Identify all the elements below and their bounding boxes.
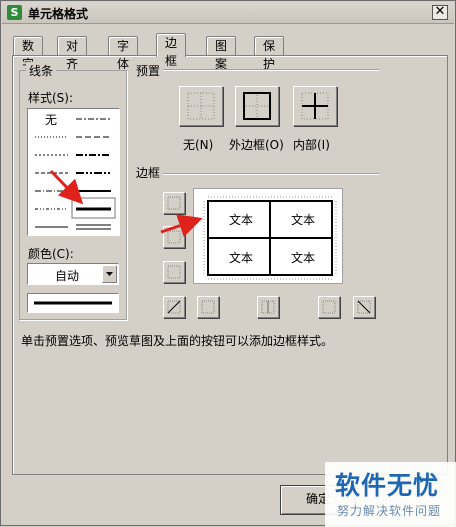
app-logo-icon: S: [7, 5, 22, 20]
close-icon: ✕: [434, 4, 446, 19]
border-separator: [163, 173, 379, 175]
tab-border[interactable]: 边框: [156, 33, 187, 68]
line-style-none[interactable]: 无: [45, 111, 57, 128]
format-cells-dialog: S 单元格格式 ✕ 数字 对齐 字体 边框 图案 保护 线条 样式(S):: [0, 0, 456, 527]
border-top-button[interactable]: [163, 192, 185, 214]
preview-cell-bottom-right: 文本: [290, 251, 315, 265]
border-left-icon: [201, 300, 215, 314]
preset-inside-label: 内部(I): [293, 138, 330, 152]
hint-text: 单击预置选项、预览草图及上面的按钮可以添加边框样式。: [21, 334, 334, 348]
preset-outline-icon: [243, 92, 271, 120]
border-diagonal-down-button[interactable]: [353, 296, 375, 318]
border-diagonal-up-button[interactable]: [163, 296, 185, 318]
color-value: 自动: [55, 269, 80, 283]
line-style-label: 样式(S):: [28, 91, 74, 105]
color-label: 颜色(C):: [28, 247, 74, 261]
title-bar: S 单元格格式 ✕: [2, 2, 454, 24]
border-tab-panel: 线条 样式(S): 无 颜色(C): 自动 预置 无(N) 外边框(O) 内部(…: [12, 55, 448, 475]
tab-font[interactable]: 字体: [108, 36, 139, 71]
border-bottom-icon: [167, 265, 181, 279]
dropdown-arrow-icon[interactable]: [102, 265, 117, 283]
preview-cell-bottom-left: 文本: [228, 251, 253, 265]
diagonal-up-icon: [167, 300, 181, 314]
border-right-button[interactable]: [318, 296, 340, 318]
color-select[interactable]: 自动: [27, 263, 119, 285]
tab-number[interactable]: 数字: [13, 36, 44, 71]
close-button[interactable]: ✕: [432, 5, 448, 20]
border-bottom-button[interactable]: [163, 261, 185, 283]
watermark-main: 软件无忧: [335, 471, 440, 500]
border-right-icon: [322, 300, 336, 314]
diagonal-down-icon: [357, 300, 371, 314]
preset-group-title: 预置: [133, 62, 164, 79]
preset-none-icon: [187, 92, 215, 120]
preview-cell-top-left: 文本: [228, 213, 253, 227]
preset-separator: [163, 69, 379, 71]
preset-outline-label: 外边框(O): [229, 138, 284, 152]
preview-cell-top-right: 文本: [290, 213, 315, 227]
line-style-swatches: [35, 118, 116, 230]
border-preview-grid: [203, 196, 337, 280]
border-left-button[interactable]: [197, 296, 219, 318]
tab-protection[interactable]: 保护: [254, 36, 285, 71]
border-group-title: 边框: [133, 164, 164, 181]
line-group-title: 线条: [26, 62, 57, 79]
preset-inside-icon: [301, 92, 329, 120]
border-middle-horizontal-icon: [167, 230, 181, 244]
window-title: 单元格格式: [28, 7, 89, 21]
border-middle-horizontal-button[interactable]: [163, 226, 185, 248]
line-style-list[interactable]: 无: [27, 108, 120, 236]
preset-none-label: 无(N): [183, 138, 214, 152]
tab-alignment[interactable]: 对齐: [57, 36, 88, 71]
border-top-icon: [167, 196, 181, 210]
preset-outline-button[interactable]: [235, 86, 279, 126]
preset-none-button[interactable]: [179, 86, 223, 126]
preset-inside-button[interactable]: [293, 86, 337, 126]
tab-pattern[interactable]: 图案: [206, 36, 237, 71]
line-preview: [27, 293, 119, 313]
watermark-sub: 努力解决软件问题: [337, 504, 442, 518]
watermark: 软件无忧 努力解决软件问题: [325, 462, 456, 527]
border-preview[interactable]: 文本 文本 文本 文本: [193, 188, 343, 284]
border-middle-vertical-icon: [261, 300, 275, 314]
border-middle-vertical-button[interactable]: [257, 296, 279, 318]
